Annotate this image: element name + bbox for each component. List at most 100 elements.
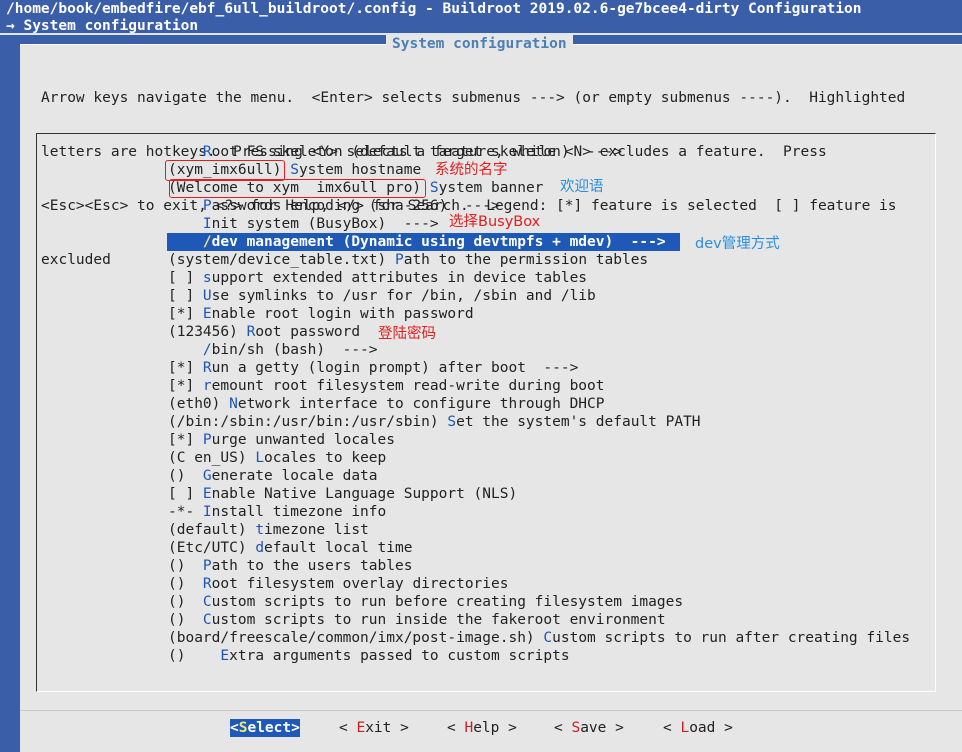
- menu-item[interactable]: (C en_US) Locales to keep: [168, 449, 386, 467]
- menu-item-label: nable root login with password: [211, 306, 474, 322]
- menu-item-label: ath to the users tables: [211, 558, 413, 574]
- menu-item[interactable]: [ ] Use symlinks to /usr for /bin, /sbin…: [168, 287, 596, 305]
- menu-item-label: un a getty (login prompt) after boot ---…: [211, 360, 579, 376]
- menu-item-prefix: (): [168, 648, 221, 664]
- button-hotkey: L: [680, 720, 690, 736]
- menu-item-hotkey: U: [202, 288, 212, 304]
- dialog-title: System configuration: [386, 35, 573, 53]
- menu-item[interactable]: Init system (BusyBox) --->: [168, 215, 439, 233]
- menu-item[interactable]: (eth0) Network interface to configure th…: [168, 395, 605, 413]
- button-label: oad: [689, 720, 716, 736]
- button-bracket: <: [447, 720, 465, 736]
- help-button[interactable]: < Help >: [447, 719, 517, 737]
- menu-item[interactable]: (default) timezone list: [168, 521, 369, 539]
- menu-item-prefix: [*]: [168, 306, 203, 322]
- menu-item-prefix: [168, 234, 203, 250]
- menu-item[interactable]: [*] Purge unwanted locales: [168, 431, 395, 449]
- menu-item-hotkey: P: [202, 558, 212, 574]
- menu-item-prefix: (Etc/UTC): [168, 540, 256, 556]
- menu-item[interactable]: -*- Install timezone info: [168, 503, 386, 521]
- button-hotkey: E: [356, 720, 366, 736]
- menu-item-label: oot FS skeleton (default target skeleton…: [211, 144, 622, 160]
- menu-item-prefix: [*]: [168, 432, 203, 448]
- menu-item[interactable]: (123456) Root password: [168, 323, 360, 341]
- button-bracket: <: [339, 720, 357, 736]
- button-bracket: <: [663, 720, 681, 736]
- save-button[interactable]: < Save >: [554, 719, 624, 737]
- menu-item-prefix: [ ]: [168, 270, 203, 286]
- menu-item[interactable]: Root FS skeleton (default target skeleto…: [168, 143, 622, 161]
- menu-item-prefix: (system/device_table.txt): [168, 252, 395, 268]
- load-button[interactable]: < Load >: [663, 719, 733, 737]
- menu-item-hotkey: C: [202, 594, 212, 610]
- menu-item-prefix: (): [168, 612, 203, 628]
- menu-item-prefix: (C en_US): [168, 450, 256, 466]
- menu-item[interactable]: () Path to the users tables: [168, 557, 412, 575]
- menu-item-hotkey: S: [447, 414, 457, 430]
- annotation-password: 登陆密码: [378, 326, 436, 342]
- menu-item-label: enerate locale data: [211, 468, 378, 484]
- help-line: Arrow keys navigate the menu. <Enter> se…: [41, 90, 906, 106]
- menu-item-hotkey: E: [202, 306, 212, 322]
- menu-item[interactable]: [*] Enable root login with password: [168, 305, 474, 323]
- menu-item[interactable]: () Custom scripts to run inside the fake…: [168, 611, 666, 629]
- menu-item[interactable]: [*] Run a getty (login prompt) after boo…: [168, 359, 578, 377]
- menu-item[interactable]: () Root filesystem overlay directories: [168, 575, 508, 593]
- menu-item-label: imezone list: [264, 522, 369, 538]
- menu-item-hotkey: t: [255, 522, 265, 538]
- button-bracket: >: [391, 720, 409, 736]
- menu-item-hotkey: G: [202, 468, 212, 484]
- menu-item-prefix: [168, 216, 203, 232]
- menu-item[interactable]: (Etc/UTC) default local time: [168, 539, 412, 557]
- button-label: ave: [580, 720, 607, 736]
- menu-item-label: nstall timezone info: [211, 504, 387, 520]
- menu-item-label: oot filesystem overlay directories: [211, 576, 509, 592]
- menu-item[interactable]: () Extra arguments passed to custom scri…: [168, 647, 570, 665]
- button-bracket: <: [554, 720, 572, 736]
- menu-item-hotkey: N: [229, 396, 238, 412]
- exit-button[interactable]: < Exit >: [339, 719, 409, 737]
- menu-item-prefix: -*-: [168, 504, 203, 520]
- menu-item-prefix: [168, 342, 203, 358]
- menu-item[interactable]: [ ] Enable Native Language Support (NLS): [168, 485, 517, 503]
- menu-item[interactable]: [ ] support extended attributes in devic…: [168, 269, 587, 287]
- annotation-init: 选择BusyBox: [449, 214, 541, 230]
- menu-item-hotkey: P: [202, 198, 212, 214]
- button-bracket: >: [606, 720, 624, 736]
- annotation-hostname: 系统的名字: [435, 162, 508, 178]
- button-bar-divider: [20, 710, 962, 711]
- menu-item-hotkey: d: [255, 540, 265, 556]
- menu-item-label: dev management (Dynamic using devtmpfs +…: [211, 234, 666, 250]
- menu-item[interactable]: /dev management (Dynamic using devtmpfs …: [168, 233, 666, 251]
- menu-item-label: ustom scripts to run before creating fil…: [211, 594, 684, 610]
- menu-item-hotkey: /: [202, 342, 212, 358]
- menu-item-prefix: (default): [168, 522, 256, 538]
- menu-item[interactable]: [*] remount root filesystem read-write d…: [168, 377, 605, 395]
- menu-item-hotkey: P: [394, 252, 404, 268]
- menu-item[interactable]: (system/device_table.txt) Path to the pe…: [168, 251, 648, 269]
- annotation-banner: 欢迎语: [560, 179, 604, 195]
- menu-item-prefix: [ ]: [168, 486, 203, 502]
- menu-item-hotkey: s: [202, 270, 212, 286]
- menu-item[interactable]: (board/freescale/common/imx/post-image.s…: [168, 629, 910, 647]
- menu-item-label: ustom scripts to run after creating file…: [552, 630, 911, 646]
- menu-item-prefix: (): [168, 468, 203, 484]
- menu-item-label: ystem banner: [438, 180, 544, 196]
- select-button[interactable]: <Select>: [230, 719, 300, 737]
- menu-item-label: nable Native Language Support (NLS): [211, 486, 518, 502]
- menu-item-hotkey: L: [255, 450, 265, 466]
- menu-item-hotkey: E: [202, 486, 212, 502]
- menu-item[interactable]: /bin/sh (bash) --->: [168, 341, 378, 359]
- menu-item-label: bin/sh (bash) --->: [211, 342, 378, 358]
- menu-item[interactable]: () Generate locale data: [168, 467, 378, 485]
- button-bracket: <: [230, 720, 239, 736]
- button-label: xit: [365, 720, 392, 736]
- button-label: elp: [473, 720, 500, 736]
- menu-item-label: emount root filesystem read-write during…: [211, 378, 605, 394]
- menu-item-prefix: (eth0): [168, 396, 230, 412]
- menu-item-prefix: (): [168, 594, 203, 610]
- menu-item-prefix: (123456): [168, 324, 247, 340]
- menu-item-label: xtra arguments passed to custom scripts: [229, 648, 570, 664]
- menu-item[interactable]: (/bin:/sbin:/usr/bin:/usr/sbin) Set the …: [168, 413, 701, 431]
- menu-item[interactable]: () Custom scripts to run before creating…: [168, 593, 683, 611]
